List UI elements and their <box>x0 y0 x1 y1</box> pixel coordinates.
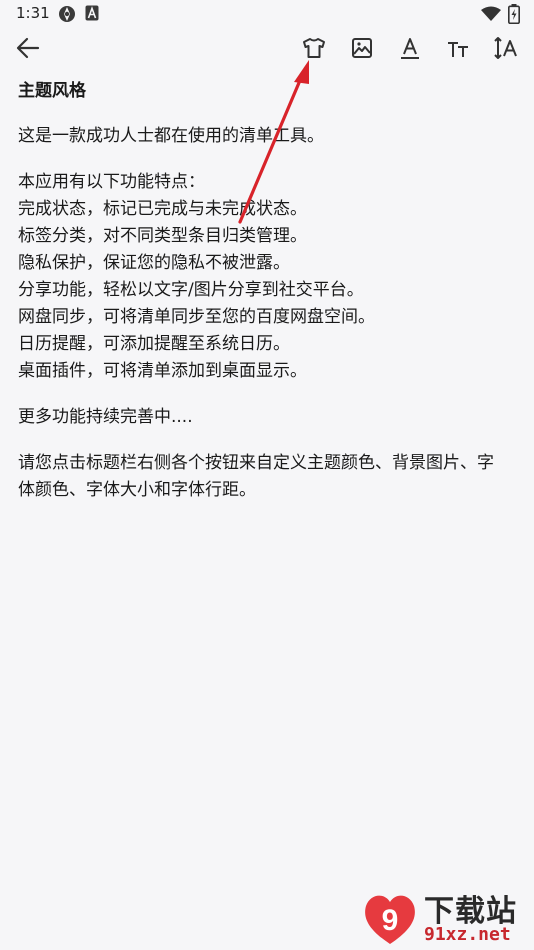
annotation-arrow <box>238 60 309 224</box>
svg-text:9: 9 <box>382 904 399 937</box>
watermark-logo-icon: 9 <box>365 895 415 944</box>
watermark-url: 91xz.net <box>424 924 511 945</box>
watermark: 9 下载站 91xz.net <box>360 886 530 948</box>
